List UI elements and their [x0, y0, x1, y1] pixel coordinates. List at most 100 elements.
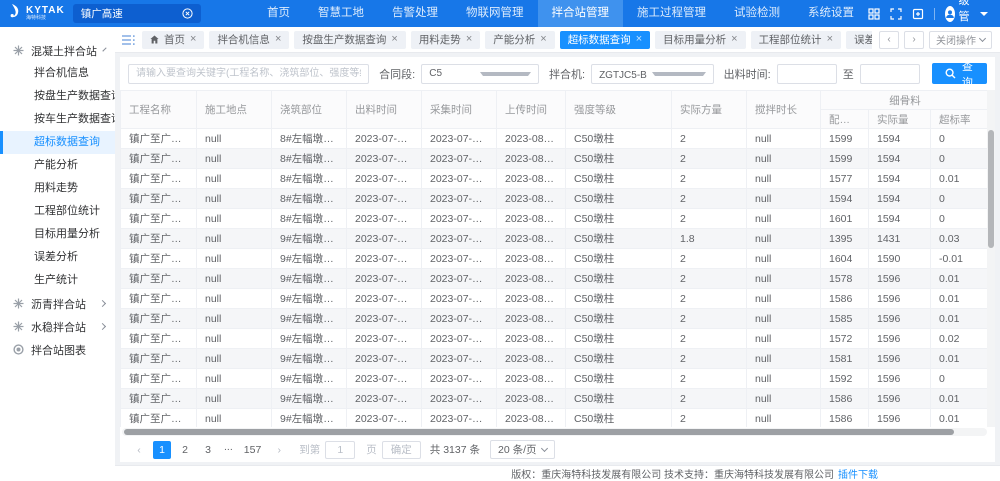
- sidebar-item[interactable]: 产能分析: [0, 154, 115, 177]
- page-next-button[interactable]: ›: [270, 441, 288, 459]
- mixer-select[interactable]: ZGTJC5-BHJ-2(回收): [591, 64, 714, 84]
- filter-bar: 合同段: C5 拌合机: ZGTJC5-BHJ-2(回收) 出料时间: 至: [120, 57, 995, 90]
- table-row[interactable]: 镇广至广安高速公路null8#左幅墩柱 (9-13...2023-07-13 0…: [121, 169, 990, 189]
- sidebar-item[interactable]: 超标数据查询: [0, 131, 115, 154]
- fullscreen-icon[interactable]: [890, 8, 902, 20]
- tab[interactable]: 误差分析×: [846, 31, 872, 49]
- sidebar-item[interactable]: 误差分析: [0, 246, 115, 269]
- table-row[interactable]: 镇广至广安高速公路null8#左幅墩柱 (9-13...2023-07-13 0…: [121, 149, 990, 169]
- sidebar-item[interactable]: 拌合机信息: [0, 62, 115, 85]
- table-cell: 2023-07-20 17:18:53: [422, 309, 497, 329]
- tabs-next-button[interactable]: ›: [904, 31, 924, 49]
- page-size-select[interactable]: 20 条/页: [490, 440, 555, 459]
- page-number-button[interactable]: 2: [176, 441, 194, 459]
- close-icon[interactable]: ×: [190, 34, 196, 45]
- logo[interactable]: KYTAK 海特科技: [8, 3, 65, 24]
- close-actions-button[interactable]: 关闭操作: [929, 31, 992, 49]
- tab[interactable]: 拌合机信息×: [209, 31, 289, 49]
- sidebar-group[interactable]: 沥青拌合站: [0, 292, 115, 315]
- table-cell: 镇广至广安高速公路: [121, 129, 197, 149]
- table-cell: 2023-07-20 19:10:53: [422, 389, 497, 409]
- table-cell: 2023-07-13 00:25:12: [422, 129, 497, 149]
- table-cell: 1586: [821, 289, 869, 309]
- tab[interactable]: 目标用量分析×: [655, 31, 745, 49]
- nav-item[interactable]: 告警处理: [378, 0, 452, 27]
- table-row[interactable]: 镇广至广安高速公路null9#左幅墩柱 (13.5-...2023-07-20 …: [121, 329, 990, 349]
- table-row[interactable]: 镇广至广安高速公路null9#左幅墩柱 (13.5-...2023-07-20 …: [121, 369, 990, 389]
- table-cell: 2023-07-13 07:34:21: [422, 169, 497, 189]
- search-button[interactable]: 查询: [932, 63, 987, 84]
- project-select[interactable]: 镇广高速: [73, 4, 201, 23]
- close-icon[interactable]: ×: [731, 34, 737, 45]
- table-row[interactable]: 镇广至广安高速公路null9#左幅墩柱 (13.5-...2023-07-20 …: [121, 229, 990, 249]
- close-icon[interactable]: ×: [275, 34, 281, 45]
- nav-item[interactable]: 施工过程管理: [623, 0, 720, 27]
- new-window-icon[interactable]: [912, 8, 924, 20]
- nav-item[interactable]: 物联网管理: [452, 0, 538, 27]
- nav-item[interactable]: 首页: [253, 0, 304, 27]
- tab-list-icon[interactable]: [122, 34, 135, 46]
- nav-item[interactable]: 试验检测: [720, 0, 794, 27]
- apps-grid-icon[interactable]: [868, 8, 880, 20]
- tab[interactable]: 工程部位统计×: [751, 31, 841, 49]
- time-start-input[interactable]: [777, 64, 837, 84]
- table-cell: 2023-07-13 01:41:56: [347, 149, 422, 169]
- jump-page-input[interactable]: [325, 441, 355, 459]
- plugin-download-link[interactable]: 插件下载: [838, 466, 878, 481]
- keyword-input[interactable]: [128, 64, 369, 84]
- table-cell: 9#左幅墩柱 (13.5-...: [272, 269, 347, 289]
- sidebar-group[interactable]: 水稳拌合站: [0, 315, 115, 338]
- table-cell: null: [747, 129, 821, 149]
- chevron-down-icon: [480, 72, 531, 76]
- page-number-button[interactable]: 3: [199, 441, 217, 459]
- sidebar-item[interactable]: 生产统计: [0, 269, 115, 292]
- sidebar-item[interactable]: 按车生产数据查询: [0, 108, 115, 131]
- page-number-button[interactable]: 1: [153, 441, 171, 459]
- vertical-scrollbar[interactable]: [987, 90, 995, 427]
- nav-item[interactable]: 智慧工地: [304, 0, 378, 27]
- jump-confirm-button[interactable]: 确定: [382, 441, 421, 459]
- table-row[interactable]: 镇广至广安高速公路null8#左幅墩柱 (9-13...2023-07-13 0…: [121, 209, 990, 229]
- close-icon[interactable]: ×: [636, 34, 642, 45]
- nav-item[interactable]: 拌合站管理: [538, 0, 624, 27]
- tabs-prev-button[interactable]: ‹: [879, 31, 899, 49]
- table-cell: C50墩柱: [566, 349, 672, 369]
- table-row[interactable]: 镇广至广安高速公路null9#左幅墩柱 (13.5-...2023-07-20 …: [121, 289, 990, 309]
- tab[interactable]: 用料走势×: [411, 31, 480, 49]
- table-row[interactable]: 镇广至广安高速公路null9#左幅墩柱 (13.5-...2023-07-20 …: [121, 269, 990, 289]
- horizontal-scrollbar-thumb[interactable]: [124, 429, 954, 435]
- tab[interactable]: 首页×: [142, 31, 204, 49]
- table-row[interactable]: 镇广至广安高速公路null9#左幅墩柱 (13.5-...2023-07-20 …: [121, 309, 990, 329]
- vertical-scrollbar-thumb[interactable]: [988, 130, 994, 248]
- clear-icon[interactable]: [182, 8, 193, 19]
- tab[interactable]: 产能分析×: [485, 31, 554, 49]
- table-row[interactable]: 镇广至广安高速公路null9#左幅墩柱 (13.5-...2023-07-20 …: [121, 349, 990, 369]
- table-row[interactable]: 镇广至广安高速公路null8#左幅墩柱 (9-13...2023-07-13 0…: [121, 129, 990, 149]
- contract-select[interactable]: C5: [421, 64, 539, 84]
- table-row[interactable]: 镇广至广安高速公路null9#左幅墩柱 (13.5-...2023-07-20 …: [121, 409, 990, 428]
- tab[interactable]: 超标数据查询×: [560, 31, 650, 49]
- page-prev-button[interactable]: ‹: [130, 441, 148, 459]
- nav-item[interactable]: 系统设置: [794, 0, 868, 27]
- sidebar-group[interactable]: 混凝土拌合站: [0, 39, 115, 62]
- close-icon[interactable]: ×: [827, 34, 833, 45]
- close-icon[interactable]: ×: [540, 34, 546, 45]
- sidebar-item[interactable]: 按盘生产数据查询: [0, 85, 115, 108]
- tab[interactable]: 按盘生产数据查询×: [294, 31, 405, 49]
- table-row[interactable]: 镇广至广安高速公路null8#左幅墩柱 (9-13...2023-07-13 0…: [121, 189, 990, 209]
- close-icon[interactable]: ×: [466, 34, 472, 45]
- table-row[interactable]: 镇广至广安高速公路null9#左幅墩柱 (13.5-...2023-07-20 …: [121, 389, 990, 409]
- horizontal-scrollbar[interactable]: [122, 428, 987, 436]
- table-cell: null: [747, 189, 821, 209]
- sidebar-item[interactable]: 工程部位统计: [0, 200, 115, 223]
- table-cell: 1596: [869, 369, 931, 389]
- sidebar-group[interactable]: 拌合站图表: [0, 338, 115, 361]
- time-end-input[interactable]: [860, 64, 920, 84]
- sidebar-item[interactable]: 目标用量分析: [0, 223, 115, 246]
- page-number-button[interactable]: 157: [240, 441, 266, 459]
- sidebar-item[interactable]: 用料走势: [0, 177, 115, 200]
- table-row[interactable]: 镇广至广安高速公路null9#左幅墩柱 (13.5-...2023-07-20 …: [121, 249, 990, 269]
- table-cell: null: [197, 289, 272, 309]
- table-cell: 2023-08-07 17:09:32: [497, 249, 566, 269]
- close-icon[interactable]: ×: [391, 34, 397, 45]
